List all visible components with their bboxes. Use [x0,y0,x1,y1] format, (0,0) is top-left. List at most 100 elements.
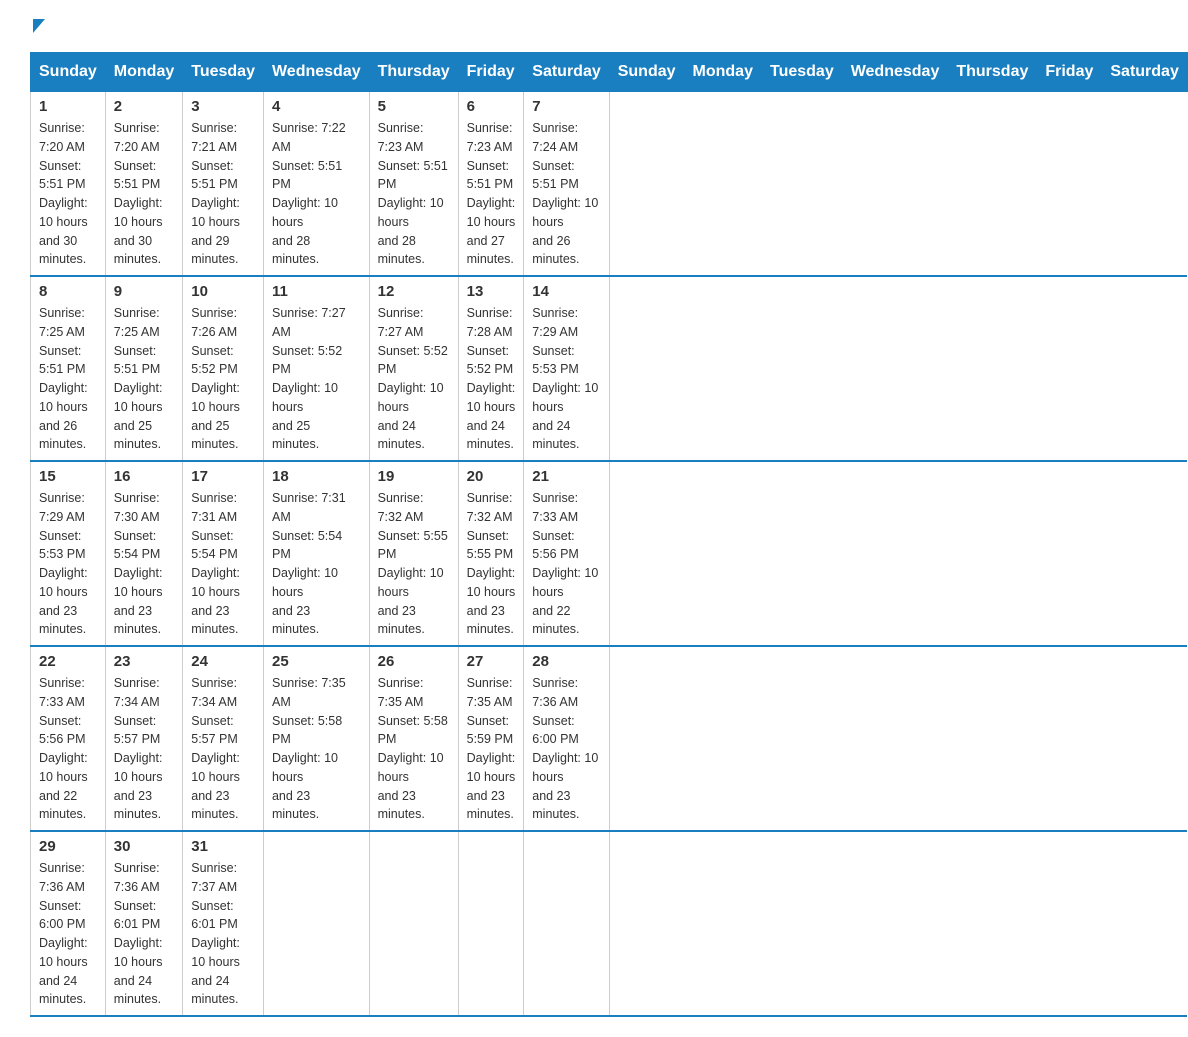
day-number: 5 [378,98,450,115]
day-number: 17 [191,468,255,485]
col-header-thursday: Thursday [948,53,1037,92]
calendar-day-cell: 25 Sunrise: 7:35 AMSunset: 5:58 PMDaylig… [263,646,369,831]
calendar-day-cell: 17 Sunrise: 7:31 AMSunset: 5:54 PMDaylig… [183,461,264,646]
day-info: Sunrise: 7:30 AMSunset: 5:54 PMDaylight:… [114,489,174,639]
calendar-day-cell: 22 Sunrise: 7:33 AMSunset: 5:56 PMDaylig… [31,646,106,831]
day-info: Sunrise: 7:35 AMSunset: 5:58 PMDaylight:… [378,674,450,824]
col-header-monday: Monday [684,53,761,92]
day-number: 1 [39,98,97,115]
day-info: Sunrise: 7:34 AMSunset: 5:57 PMDaylight:… [114,674,174,824]
day-number: 24 [191,653,255,670]
calendar-day-cell: 12 Sunrise: 7:27 AMSunset: 5:52 PMDaylig… [369,276,458,461]
header-wednesday: Wednesday [263,53,369,92]
col-header-friday: Friday [1037,53,1102,92]
day-info: Sunrise: 7:23 AMSunset: 5:51 PMDaylight:… [467,119,516,269]
calendar-day-cell: 19 Sunrise: 7:32 AMSunset: 5:55 PMDaylig… [369,461,458,646]
day-info: Sunrise: 7:20 AMSunset: 5:51 PMDaylight:… [114,119,174,269]
calendar-day-cell: 20 Sunrise: 7:32 AMSunset: 5:55 PMDaylig… [458,461,524,646]
day-number: 8 [39,283,97,300]
day-number: 3 [191,98,255,115]
day-info: Sunrise: 7:33 AMSunset: 5:56 PMDaylight:… [532,489,600,639]
calendar-day-cell: 29 Sunrise: 7:36 AMSunset: 6:00 PMDaylig… [31,831,106,1016]
day-info: Sunrise: 7:22 AMSunset: 5:51 PMDaylight:… [272,119,361,269]
day-number: 22 [39,653,97,670]
calendar-day-cell: 24 Sunrise: 7:34 AMSunset: 5:57 PMDaylig… [183,646,264,831]
calendar-day-cell: 7 Sunrise: 7:24 AMSunset: 5:51 PMDayligh… [524,92,609,277]
calendar-week-row: 15 Sunrise: 7:29 AMSunset: 5:53 PMDaylig… [31,461,1188,646]
day-number: 7 [532,98,600,115]
calendar-day-cell: 16 Sunrise: 7:30 AMSunset: 5:54 PMDaylig… [105,461,182,646]
day-number: 16 [114,468,174,485]
calendar-day-cell: 18 Sunrise: 7:31 AMSunset: 5:54 PMDaylig… [263,461,369,646]
day-info: Sunrise: 7:36 AMSunset: 6:00 PMDaylight:… [532,674,600,824]
day-number: 9 [114,283,174,300]
day-number: 19 [378,468,450,485]
day-number: 6 [467,98,516,115]
calendar-table: SundayMondayTuesdayWednesdayThursdayFrid… [30,52,1188,1017]
calendar-week-row: 8 Sunrise: 7:25 AMSunset: 5:51 PMDayligh… [31,276,1188,461]
calendar-day-cell: 28 Sunrise: 7:36 AMSunset: 6:00 PMDaylig… [524,646,609,831]
col-header-sunday: Sunday [609,53,684,92]
header-thursday: Thursday [369,53,458,92]
day-number: 21 [532,468,600,485]
calendar-day-cell: 21 Sunrise: 7:33 AMSunset: 5:56 PMDaylig… [524,461,609,646]
calendar-week-row: 29 Sunrise: 7:36 AMSunset: 6:00 PMDaylig… [31,831,1188,1016]
calendar-header-row: SundayMondayTuesdayWednesdayThursdayFrid… [31,53,1188,92]
day-info: Sunrise: 7:31 AMSunset: 5:54 PMDaylight:… [191,489,255,639]
day-number: 2 [114,98,174,115]
day-number: 26 [378,653,450,670]
day-info: Sunrise: 7:27 AMSunset: 5:52 PMDaylight:… [378,304,450,454]
day-info: Sunrise: 7:29 AMSunset: 5:53 PMDaylight:… [39,489,97,639]
day-info: Sunrise: 7:25 AMSunset: 5:51 PMDaylight:… [114,304,174,454]
day-number: 4 [272,98,361,115]
day-info: Sunrise: 7:27 AMSunset: 5:52 PMDaylight:… [272,304,361,454]
header-sunday: Sunday [31,53,106,92]
calendar-day-cell: 8 Sunrise: 7:25 AMSunset: 5:51 PMDayligh… [31,276,106,461]
day-number: 31 [191,838,255,855]
day-number: 27 [467,653,516,670]
calendar-day-cell: 27 Sunrise: 7:35 AMSunset: 5:59 PMDaylig… [458,646,524,831]
day-number: 10 [191,283,255,300]
day-info: Sunrise: 7:33 AMSunset: 5:56 PMDaylight:… [39,674,97,824]
day-info: Sunrise: 7:31 AMSunset: 5:54 PMDaylight:… [272,489,361,639]
day-info: Sunrise: 7:35 AMSunset: 5:58 PMDaylight:… [272,674,361,824]
day-info: Sunrise: 7:36 AMSunset: 6:00 PMDaylight:… [39,859,97,1009]
day-number: 30 [114,838,174,855]
calendar-day-cell: 31 Sunrise: 7:37 AMSunset: 6:01 PMDaylig… [183,831,264,1016]
logo-arrow-icon [33,19,45,33]
day-number: 12 [378,283,450,300]
calendar-day-cell [369,831,458,1016]
header-friday: Friday [458,53,524,92]
header-monday: Monday [105,53,182,92]
day-number: 11 [272,283,361,300]
day-info: Sunrise: 7:25 AMSunset: 5:51 PMDaylight:… [39,304,97,454]
calendar-day-cell: 5 Sunrise: 7:23 AMSunset: 5:51 PMDayligh… [369,92,458,277]
calendar-day-cell [263,831,369,1016]
day-number: 28 [532,653,600,670]
calendar-day-cell: 11 Sunrise: 7:27 AMSunset: 5:52 PMDaylig… [263,276,369,461]
day-info: Sunrise: 7:32 AMSunset: 5:55 PMDaylight:… [467,489,516,639]
day-info: Sunrise: 7:21 AMSunset: 5:51 PMDaylight:… [191,119,255,269]
calendar-week-row: 22 Sunrise: 7:33 AMSunset: 5:56 PMDaylig… [31,646,1188,831]
day-number: 14 [532,283,600,300]
day-info: Sunrise: 7:20 AMSunset: 5:51 PMDaylight:… [39,119,97,269]
calendar-day-cell: 1 Sunrise: 7:20 AMSunset: 5:51 PMDayligh… [31,92,106,277]
day-number: 15 [39,468,97,485]
col-header-tuesday: Tuesday [761,53,842,92]
day-info: Sunrise: 7:37 AMSunset: 6:01 PMDaylight:… [191,859,255,1009]
day-info: Sunrise: 7:36 AMSunset: 6:01 PMDaylight:… [114,859,174,1009]
calendar-day-cell: 13 Sunrise: 7:28 AMSunset: 5:52 PMDaylig… [458,276,524,461]
day-info: Sunrise: 7:32 AMSunset: 5:55 PMDaylight:… [378,489,450,639]
calendar-day-cell: 10 Sunrise: 7:26 AMSunset: 5:52 PMDaylig… [183,276,264,461]
calendar-day-cell: 14 Sunrise: 7:29 AMSunset: 5:53 PMDaylig… [524,276,609,461]
day-number: 13 [467,283,516,300]
calendar-day-cell: 26 Sunrise: 7:35 AMSunset: 5:58 PMDaylig… [369,646,458,831]
logo [30,20,45,34]
col-header-wednesday: Wednesday [842,53,948,92]
header-tuesday: Tuesday [183,53,264,92]
day-info: Sunrise: 7:29 AMSunset: 5:53 PMDaylight:… [532,304,600,454]
day-info: Sunrise: 7:24 AMSunset: 5:51 PMDaylight:… [532,119,600,269]
day-info: Sunrise: 7:34 AMSunset: 5:57 PMDaylight:… [191,674,255,824]
calendar-day-cell: 3 Sunrise: 7:21 AMSunset: 5:51 PMDayligh… [183,92,264,277]
col-header-saturday: Saturday [1102,53,1187,92]
